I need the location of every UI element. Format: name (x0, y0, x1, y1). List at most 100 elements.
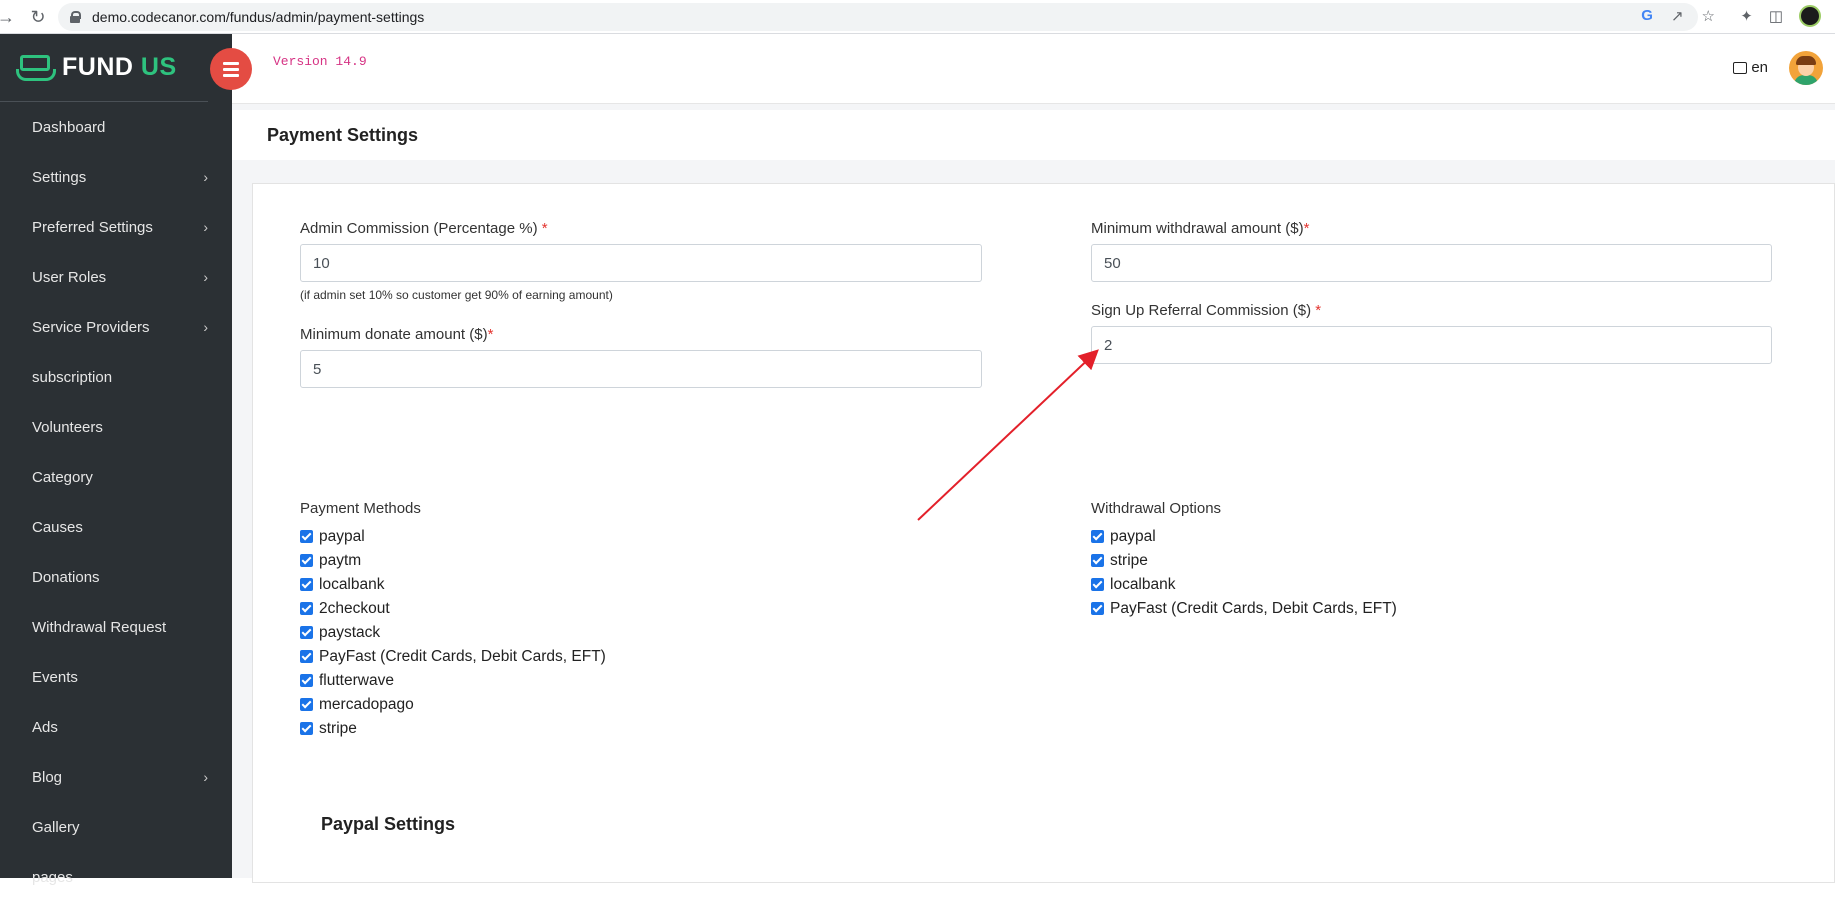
checkbox-checked-icon[interactable] (300, 554, 313, 567)
language-selector[interactable]: en (1733, 59, 1768, 76)
sidebar-item-preferred-settings[interactable]: Preferred Settings › (0, 202, 232, 252)
chevron-right-icon: › (203, 319, 208, 335)
main-content: Payment Settings Admin Commission (Perce… (232, 104, 1835, 883)
payment-methods-checkbox-paystack[interactable]: paystack (300, 624, 606, 641)
withdrawal-options-list: paypal stripe localbank PayFast (Credit Car… (1091, 528, 1397, 617)
withdrawal-options-checkbox-localbank[interactable]: localbank (1091, 576, 1397, 593)
address-bar[interactable]: demo.codecanor.com/fundus/admin/payment-… (58, 3, 1698, 31)
checkbox-checked-icon[interactable] (1091, 578, 1104, 591)
checkbox-checked-icon[interactable] (300, 698, 313, 711)
language-code: en (1751, 59, 1768, 76)
reload-icon[interactable]: ↻ (26, 5, 50, 29)
checkbox-checked-icon[interactable] (300, 530, 313, 543)
sidebar-item-label: Blog (32, 768, 63, 786)
sidebar-item-withdrawal-request[interactable]: Withdrawal Request (0, 602, 232, 652)
payment-methods-checkbox-paytm[interactable]: paytm (300, 552, 606, 569)
required-marker: * (1303, 220, 1310, 237)
withdrawal-options-checkbox-payfast-credit-cards-debit-cards-eft-[interactable]: PayFast (Credit Cards, Debit Cards, EFT) (1091, 600, 1397, 617)
checkbox-checked-icon[interactable] (300, 578, 313, 591)
bookmark-star-icon[interactable]: ☆ (1702, 7, 1715, 25)
sidebar-item-settings[interactable]: Settings › (0, 152, 232, 202)
sidebar-item-service-providers[interactable]: Service Providers › (0, 302, 232, 352)
payment-methods-title: Payment Methods (300, 500, 421, 517)
sidebar-item-subscription[interactable]: subscription (0, 352, 232, 402)
checkbox-label: stripe (1110, 551, 1148, 569)
checkbox-checked-icon[interactable] (1091, 554, 1104, 567)
min-withdrawal-input[interactable]: 50 (1091, 244, 1772, 282)
withdrawal-options-checkbox-stripe[interactable]: stripe (1091, 552, 1397, 569)
payment-methods-checkbox-paypal[interactable]: paypal (300, 528, 606, 545)
sidebar-item-label: pages (32, 868, 73, 886)
payment-methods-checkbox-stripe[interactable]: stripe (300, 720, 606, 737)
chevron-right-icon: › (203, 769, 208, 785)
sidebar-item-user-roles[interactable]: User Roles › (0, 252, 232, 302)
version-label: Version 14.9 (273, 54, 367, 69)
min-withdrawal-label-text: Minimum withdrawal amount ($) (1091, 220, 1304, 237)
forward-icon[interactable]: → (0, 5, 18, 29)
signup-referral-label-text: Sign Up Referral Commission ($) (1091, 302, 1312, 319)
sidebar-item-pages[interactable]: pages (0, 852, 232, 902)
side-panel-icon[interactable]: ◫ (1769, 7, 1783, 25)
required-marker: * (1315, 302, 1322, 319)
sidebar: FUND US Dashboard Settings › Preferred Sett… (0, 34, 232, 886)
signup-referral-input[interactable]: 2 (1091, 326, 1772, 364)
sidebar-item-label: Withdrawal Request (32, 618, 167, 636)
admin-commission-input[interactable]: 10 (300, 244, 982, 282)
sidebar-item-category[interactable]: Category (0, 452, 232, 502)
payment-methods-checkbox-localbank[interactable]: localbank (300, 576, 606, 593)
sidebar-item-label: Events (32, 668, 78, 686)
sidebar-item-label: Service Providers (32, 318, 150, 336)
payment-methods-checkbox-flutterwave[interactable]: flutterwave (300, 672, 606, 689)
sidebar-item-label: Category (32, 468, 93, 486)
sidebar-menu: Dashboard Settings › Preferred Settings › Use… (0, 102, 232, 902)
min-donate-value: 5 (313, 360, 322, 378)
sidebar-toggle-button[interactable] (210, 48, 252, 90)
sidebar-item-label: Dashboard (32, 118, 106, 136)
payment-methods-checkbox-payfast-credit-cards-debit-cards-eft-[interactable]: PayFast (Credit Cards, Debit Cards, EFT) (300, 648, 606, 665)
checkbox-checked-icon[interactable] (1091, 602, 1104, 615)
sidebar-item-donations[interactable]: Donations (0, 552, 232, 602)
page-title-bar: Payment Settings (232, 110, 1835, 160)
payment-methods-checkbox-2checkout[interactable]: 2checkout (300, 600, 606, 617)
chevron-right-icon: › (203, 169, 208, 185)
checkbox-checked-icon[interactable] (300, 674, 313, 687)
admin-commission-label: Admin Commission (Percentage %) * (300, 220, 548, 237)
sidebar-item-events[interactable]: Events (0, 652, 232, 702)
google-icon[interactable]: G (1641, 7, 1653, 25)
translate-icon (1733, 61, 1748, 74)
sidebar-item-label: User Roles (32, 268, 107, 286)
sidebar-item-dashboard[interactable]: Dashboard (0, 102, 232, 152)
min-donate-input[interactable]: 5 (300, 350, 982, 388)
withdrawal-options-checkbox-paypal[interactable]: paypal (1091, 528, 1397, 545)
checkbox-label: stripe (319, 719, 357, 737)
checkbox-label: localbank (319, 575, 385, 593)
user-avatar[interactable] (1789, 51, 1823, 85)
sidebar-item-ads[interactable]: Ads (0, 702, 232, 752)
sidebar-item-gallery[interactable]: Gallery (0, 802, 232, 852)
checkbox-label: paypal (319, 527, 365, 545)
sidebar-item-label: Causes (32, 518, 83, 536)
share-icon[interactable]: ↗ (1671, 7, 1684, 25)
sidebar-item-label: Ads (32, 718, 58, 736)
checkbox-label: localbank (1110, 575, 1176, 593)
checkbox-checked-icon[interactable] (300, 650, 313, 663)
checkbox-label: PayFast (Credit Cards, Debit Cards, EFT) (1110, 599, 1397, 617)
chevron-right-icon: › (203, 269, 208, 285)
profile-avatar-icon[interactable] (1799, 5, 1821, 27)
checkbox-checked-icon[interactable] (300, 722, 313, 735)
checkbox-checked-icon[interactable] (300, 626, 313, 639)
payment-methods-checkbox-mercadopago[interactable]: mercadopago (300, 696, 606, 713)
checkbox-checked-icon[interactable] (1091, 530, 1104, 543)
required-marker: * (487, 326, 494, 343)
admin-commission-value: 10 (313, 254, 330, 272)
brand-name: FUND US (62, 53, 177, 82)
brand-logo[interactable]: FUND US (0, 34, 208, 102)
checkbox-checked-icon[interactable] (300, 602, 313, 615)
sidebar-item-causes[interactable]: Causes (0, 502, 232, 552)
sidebar-item-blog[interactable]: Blog › (0, 752, 232, 802)
url-text: demo.codecanor.com/fundus/admin/payment-… (92, 9, 425, 25)
admin-commission-label-text: Admin Commission (Percentage %) (300, 220, 538, 237)
sidebar-item-volunteers[interactable]: Volunteers (0, 402, 232, 452)
extensions-icon[interactable]: ✦ (1740, 7, 1753, 25)
checkbox-label: flutterwave (319, 671, 394, 689)
